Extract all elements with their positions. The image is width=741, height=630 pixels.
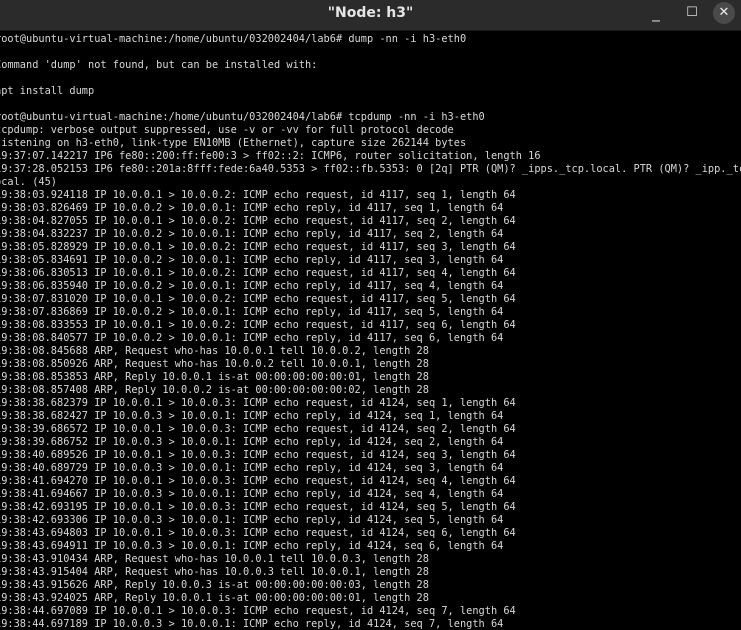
terminal-line: 19:38:41.694667 IP 10.0.0.3 > 10.0.0.1: …: [0, 488, 504, 500]
terminal-line: 19:38:04.832237 IP 10.0.0.2 > 10.0.0.1: …: [0, 228, 504, 240]
terminal-line: 19:38:44.697189 IP 10.0.0.3 > 10.0.0.1: …: [0, 618, 504, 630]
terminal-line: listening on h3-eth0, link-type EN10MB (…: [0, 137, 467, 149]
window-title: "Node: h3": [327, 5, 414, 21]
terminal-line: 19:38:08.850926 ARP, Request who-has 10.…: [0, 358, 429, 370]
maximize-icon[interactable]: ☐: [680, 3, 704, 23]
terminal-line: root@ubuntu-virtual-machine:/home/ubuntu…: [0, 33, 467, 45]
terminal-line: 19:37:07.142217 IP6 fe80::200:ff:fe00:3 …: [0, 150, 541, 162]
terminal-line: 19:38:44.697089 IP 10.0.0.1 > 10.0.0.3: …: [0, 605, 516, 617]
terminal-line: 19:38:41.694270 IP 10.0.0.1 > 10.0.0.3: …: [0, 475, 516, 487]
terminal-line: 19:38:43.694803 IP 10.0.0.1 > 10.0.0.3: …: [0, 527, 516, 539]
terminal-line: ocal. (45): [0, 176, 57, 188]
terminal-line: 19:38:43.915626 ARP, Reply 10.0.0.3 is-a…: [0, 579, 429, 591]
terminal-line: 19:38:05.834691 IP 10.0.0.2 > 10.0.0.1: …: [0, 254, 504, 266]
terminal-line: Command 'dump' not found, but can be ins…: [0, 59, 318, 71]
close-icon[interactable]: ✕: [713, 2, 735, 24]
terminal-line: 19:38:43.924025 ARP, Reply 10.0.0.1 is-a…: [0, 592, 429, 604]
minimize-icon[interactable]: _: [644, 3, 668, 23]
terminal-line: 19:38:08.833553 IP 10.0.0.1 > 10.0.0.2: …: [0, 319, 516, 331]
terminal-line: 19:38:03.924118 IP 10.0.0.1 > 10.0.0.2: …: [0, 189, 516, 201]
terminal-line: root@ubuntu-virtual-machine:/home/ubuntu…: [0, 111, 485, 123]
terminal-line: 19:38:38.682427 IP 10.0.0.3 > 10.0.0.1: …: [0, 410, 504, 422]
terminal-line: 19:38:08.857408 ARP, Reply 10.0.0.2 is-a…: [0, 384, 429, 396]
terminal-line: 19:38:07.831020 IP 10.0.0.1 > 10.0.0.2: …: [0, 293, 516, 305]
terminal-line: tcpdump: verbose output suppressed, use …: [0, 124, 454, 136]
terminal-line: 19:38:43.910434 ARP, Request who-has 10.…: [0, 553, 429, 565]
title-bar[interactable]: "Node: h3" _ ☐ ✕: [0, 0, 741, 31]
terminal-line: 19:38:05.828929 IP 10.0.0.1 > 10.0.0.2: …: [0, 241, 516, 253]
terminal-line: 19:38:40.689729 IP 10.0.0.3 > 10.0.0.1: …: [0, 462, 504, 474]
terminal-line: 19:38:39.686752 IP 10.0.0.3 > 10.0.0.1: …: [0, 436, 504, 448]
terminal-line: 19:38:04.827055 IP 10.0.0.1 > 10.0.0.2: …: [0, 215, 516, 227]
terminal-line: 19:38:06.835940 IP 10.0.0.2 > 10.0.0.1: …: [0, 280, 504, 292]
terminal-line: 19:38:07.836869 IP 10.0.0.2 > 10.0.0.1: …: [0, 306, 504, 318]
terminal-line: 19:38:38.682379 IP 10.0.0.1 > 10.0.0.3: …: [0, 397, 516, 409]
terminal-line: 19:38:42.693306 IP 10.0.0.3 > 10.0.0.1: …: [0, 514, 504, 526]
terminal-line: 19:38:08.840577 IP 10.0.0.2 > 10.0.0.1: …: [0, 332, 504, 344]
terminal-line: 19:38:40.689526 IP 10.0.0.1 > 10.0.0.3: …: [0, 449, 516, 461]
terminal-line: 19:38:06.830513 IP 10.0.0.1 > 10.0.0.2: …: [0, 267, 516, 279]
terminal-area[interactable]: root@ubuntu-virtual-machine:/home/ubuntu…: [0, 31, 741, 630]
terminal-line: 19:38:39.686572 IP 10.0.0.1 > 10.0.0.3: …: [0, 423, 516, 435]
terminal-output: root@ubuntu-virtual-machine:/home/ubuntu…: [0, 33, 741, 630]
terminal-line: 19:37:28.052153 IP6 fe80::201a:8fff:fede…: [0, 163, 741, 175]
terminal-line: 19:38:43.915404 ARP, Request who-has 10.…: [0, 566, 429, 578]
terminal-window: "Node: h3" _ ☐ ✕ root@ubuntu-virtual-mac…: [0, 0, 741, 630]
terminal-line: 19:38:43.694911 IP 10.0.0.3 > 10.0.0.1: …: [0, 540, 504, 552]
terminal-line: 19:38:08.853853 ARP, Reply 10.0.0.1 is-a…: [0, 371, 429, 383]
terminal-line: 19:38:42.693195 IP 10.0.0.1 > 10.0.0.3: …: [0, 501, 516, 513]
terminal-line: 19:38:08.845688 ARP, Request who-has 10.…: [0, 345, 429, 357]
terminal-line: 19:38:03.826469 IP 10.0.0.2 > 10.0.0.1: …: [0, 202, 504, 214]
terminal-line: apt install dump: [0, 85, 95, 97]
